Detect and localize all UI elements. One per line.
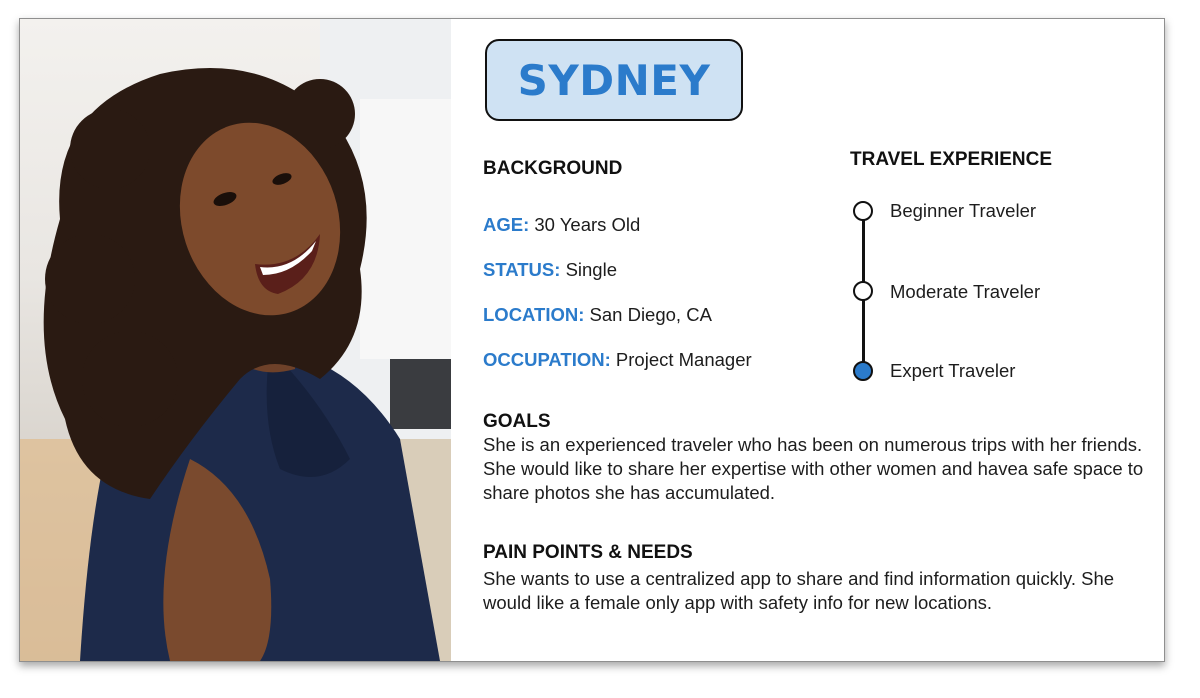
field-age: AGE: 30 Years Old bbox=[483, 214, 640, 236]
persona-name: SYDNEY bbox=[517, 55, 711, 105]
field-status: STATUS: Single bbox=[483, 259, 617, 281]
pain-points-text: She wants to use a centralized app to sh… bbox=[483, 568, 1115, 613]
persona-portrait-illustration bbox=[20, 19, 451, 661]
background-monitor bbox=[390, 359, 451, 429]
goals-heading: GOALS bbox=[483, 411, 551, 432]
pain-points-heading: PAIN POINTS & NEEDS bbox=[483, 542, 693, 563]
background-window bbox=[360, 99, 451, 359]
field-location-value: San Diego, CA bbox=[589, 304, 712, 325]
field-age-value: 30 Years Old bbox=[534, 214, 641, 235]
field-location: LOCATION: San Diego, CA bbox=[483, 304, 712, 326]
travel-experience-heading: TRAVEL EXPERIENCE bbox=[850, 149, 1053, 170]
experience-beginner-dot bbox=[853, 201, 873, 221]
goals-text: She is an experienced traveler who has b… bbox=[483, 434, 1144, 503]
persona-card: SYDNEY BACKGROUND AGE: 30 Years Old STAT… bbox=[19, 18, 1165, 662]
experience-moderate-dot bbox=[853, 281, 873, 301]
field-occupation: OCCUPATION: Project Manager bbox=[483, 349, 752, 371]
background-heading: BACKGROUND bbox=[483, 158, 623, 179]
hair-curl bbox=[285, 79, 355, 149]
persona-photo bbox=[20, 19, 451, 661]
hair-curl bbox=[45, 234, 135, 324]
field-status-value: Single bbox=[565, 259, 617, 280]
field-occupation-value: Project Manager bbox=[615, 349, 752, 370]
field-occupation-key: OCCUPATION: bbox=[483, 349, 611, 370]
hair-curl bbox=[82, 331, 178, 427]
field-location-key: LOCATION: bbox=[483, 304, 585, 325]
experience-moderate-label: Moderate Traveler bbox=[890, 281, 1041, 302]
experience-beginner-label: Beginner Traveler bbox=[890, 200, 1037, 221]
field-age-key: AGE: bbox=[483, 214, 530, 235]
experience-expert-label: Expert Traveler bbox=[890, 360, 1016, 381]
persona-name-badge: SYDNEY bbox=[485, 39, 743, 121]
experience-expert-dot bbox=[853, 361, 873, 381]
hair-curl bbox=[70, 109, 150, 189]
field-status-key: STATUS: bbox=[483, 259, 561, 280]
